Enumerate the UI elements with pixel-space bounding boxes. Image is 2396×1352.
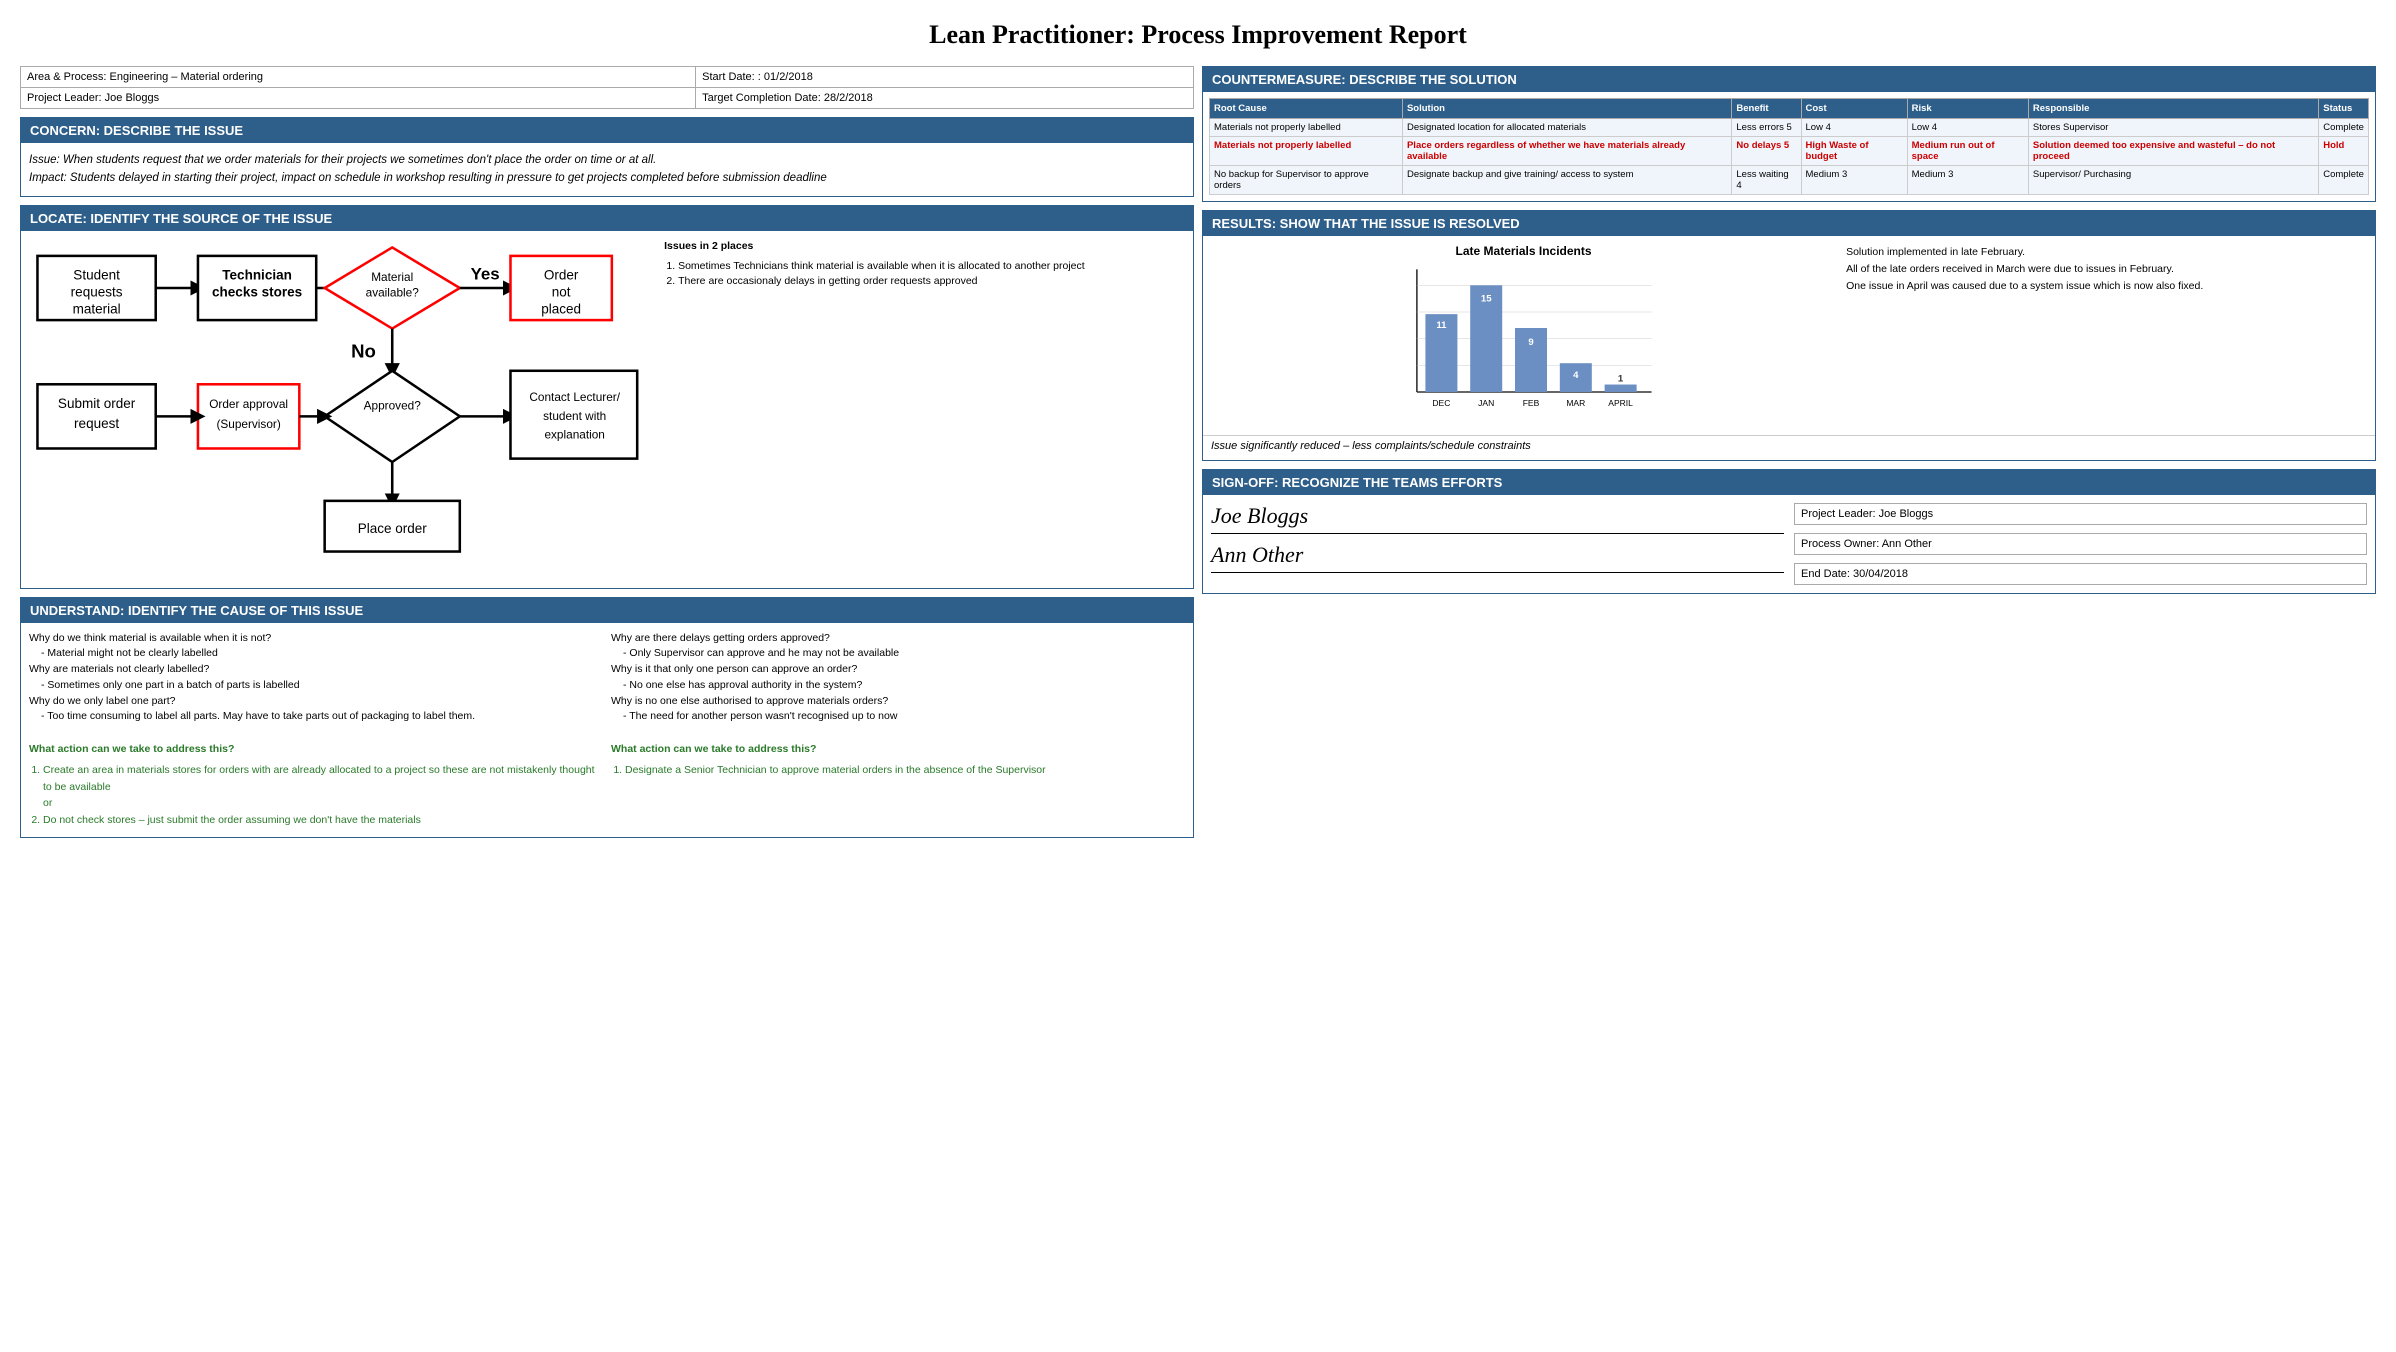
locate-header: LOCATE: IDENTIFY THE SOURCE OF THE ISSUE: [21, 206, 1193, 231]
flow-diagram: Student requests material Technician che…: [29, 239, 654, 580]
sig2: Ann Other: [1211, 542, 1784, 573]
cm-cell: Complete: [2319, 119, 2369, 137]
start-label: Start Date: : 01/2/2018: [696, 67, 1194, 88]
cm-cell: Place orders regardless of whether we ha…: [1402, 137, 1731, 166]
svg-text:15: 15: [1481, 293, 1492, 304]
cm-cell: Medium 3: [1907, 166, 2028, 195]
svg-text:(Supervisor): (Supervisor): [216, 417, 280, 431]
cm-cell: No backup for Supervisor to approve orde…: [1210, 166, 1403, 195]
cm-cell: No delays 5: [1732, 137, 1801, 166]
cm-cell: Complete: [2319, 166, 2369, 195]
results-section: RESULTS: SHOW THAT THE ISSUE IS RESOLVED…: [1202, 210, 2376, 461]
page-title: Lean Practitioner: Process Improvement R…: [20, 20, 2376, 50]
flow-svg: Student requests material Technician che…: [29, 239, 654, 577]
svg-text:MAR: MAR: [1566, 398, 1585, 408]
svg-text:Technician: Technician: [222, 267, 292, 282]
svg-text:Order: Order: [544, 267, 579, 282]
concern-text: Issue: When students request that we ord…: [29, 151, 1185, 188]
concern-section: CONCERN: DESCRIBE THE ISSUE Issue: When …: [20, 117, 1194, 197]
flow-issues: Issues in 2 places Sometimes Technicians…: [664, 239, 1185, 290]
understand-right: Why are there delays getting orders appr…: [611, 631, 1185, 829]
svg-text:9: 9: [1528, 337, 1533, 348]
chart-note: Solution implemented in late February.Al…: [1846, 244, 2367, 294]
svg-text:JAN: JAN: [1478, 398, 1494, 408]
cm-cell: High Waste of budget: [1801, 137, 1907, 166]
cm-cell: Medium run out of space: [1907, 137, 2028, 166]
countermeasure-table: Root Cause Solution Benefit Cost Risk Re…: [1209, 98, 2369, 195]
understand-q1: Why do we think material is available wh…: [29, 631, 603, 647]
svg-text:not: not: [552, 284, 571, 299]
svg-text:Place order: Place order: [358, 521, 428, 536]
cm-cell: Low 4: [1801, 119, 1907, 137]
cm-cell: Low 4: [1907, 119, 2028, 137]
col-solution: Solution: [1402, 99, 1731, 119]
understand-header: UNDERSTAND: IDENTIFY THE CAUSE OF THIS I…: [21, 598, 1193, 623]
cm-cell: Supervisor/ Purchasing: [2028, 166, 2318, 195]
results-header: RESULTS: SHOW THAT THE ISSUE IS RESOLVED: [1203, 211, 2375, 236]
svg-text:Approved?: Approved?: [364, 398, 422, 412]
svg-text:Student: Student: [73, 267, 120, 282]
target-label: Target Completion Date: 28/2/2018: [696, 88, 1194, 109]
cm-cell: Less errors 5: [1732, 119, 1801, 137]
svg-text:requests: requests: [71, 284, 123, 299]
locate-section: LOCATE: IDENTIFY THE SOURCE OF THE ISSUE…: [20, 205, 1194, 589]
sig1: Joe Bloggs: [1211, 503, 1784, 534]
sig-fields: Project Leader: Joe Bloggs Process Owner…: [1794, 503, 2367, 585]
col-responsible: Responsible: [2028, 99, 2318, 119]
svg-text:Contact Lecturer/: Contact Lecturer/: [529, 390, 620, 404]
svg-text:Order approval: Order approval: [209, 397, 288, 411]
chart-title: Late Materials Incidents: [1211, 244, 1836, 258]
col-root-cause: Root Cause: [1210, 99, 1403, 119]
svg-text:11: 11: [1436, 320, 1447, 331]
col-benefit: Benefit: [1732, 99, 1801, 119]
cm-cell: Designate backup and give training/ acce…: [1402, 166, 1731, 195]
svg-text:checks stores: checks stores: [212, 284, 302, 299]
svg-text:FEB: FEB: [1523, 398, 1540, 408]
svg-text:student with: student with: [543, 409, 606, 423]
countermeasure-section: COUNTERMEASURE: DESCRIBE THE SOLUTION Ro…: [1202, 66, 2376, 202]
signoff-header: SIGN-OFF: RECOGNIZE THE TEAMS EFFORTS: [1203, 470, 2375, 495]
col-status: Status: [2319, 99, 2369, 119]
understand-section: UNDERSTAND: IDENTIFY THE CAUSE OF THIS I…: [20, 597, 1194, 838]
svg-text:placed: placed: [541, 301, 581, 316]
chart-area: Late Materials Incidents: [1211, 244, 1836, 427]
svg-text:Submit order: Submit order: [58, 396, 136, 411]
cm-cell: Stores Supervisor: [2028, 119, 2318, 137]
svg-text:DEC: DEC: [1432, 398, 1450, 408]
col-risk: Risk: [1907, 99, 2028, 119]
svg-text:Material: Material: [371, 270, 413, 284]
cm-cell: Less waiting 4: [1732, 166, 1801, 195]
results-summary: Issue significantly reduced – less compl…: [1203, 435, 2375, 460]
countermeasure-header: COUNTERMEASURE: DESCRIBE THE SOLUTION: [1203, 67, 2375, 92]
svg-text:1: 1: [1618, 373, 1624, 384]
concern-header: CONCERN: DESCRIBE THE ISSUE: [21, 118, 1193, 143]
svg-text:APRIL: APRIL: [1608, 398, 1633, 408]
signoff-section: SIGN-OFF: RECOGNIZE THE TEAMS EFFORTS Jo…: [1202, 469, 2376, 594]
svg-text:Yes: Yes: [471, 264, 500, 283]
cm-cell: Solution deemed too expensive and wastef…: [2028, 137, 2318, 166]
cm-cell: Medium 3: [1801, 166, 1907, 195]
svg-text:request: request: [74, 416, 119, 431]
cm-cell: Materials not properly labelled: [1210, 119, 1403, 137]
cm-cell: Materials not properly labelled: [1210, 137, 1403, 166]
leader-label: Project Leader: Joe Bloggs: [21, 88, 696, 109]
sig-field3: End Date: 30/04/2018: [1794, 563, 2367, 585]
meta-table: Area & Process: Engineering – Material o…: [20, 66, 1194, 109]
svg-text:4: 4: [1573, 370, 1579, 381]
cm-cell: Hold: [2319, 137, 2369, 166]
col-cost: Cost: [1801, 99, 1907, 119]
svg-text:No: No: [351, 340, 376, 361]
svg-text:explanation: explanation: [544, 427, 604, 441]
cm-cell: Designated location for allocated materi…: [1402, 119, 1731, 137]
svg-text:material: material: [73, 301, 121, 316]
sig-field1: Project Leader: Joe Bloggs: [1794, 503, 2367, 525]
bar-chart-svg: 11 DEC 15 JAN 9 FEB 4: [1211, 264, 1836, 424]
svg-text:available?: available?: [366, 285, 420, 299]
understand-left: Why do we think material is available wh…: [29, 631, 603, 829]
signatures: Joe Bloggs Ann Other: [1211, 503, 1784, 581]
sig-field2: Process Owner: Ann Other: [1794, 533, 2367, 555]
area-label: Area & Process: Engineering – Material o…: [21, 67, 696, 88]
